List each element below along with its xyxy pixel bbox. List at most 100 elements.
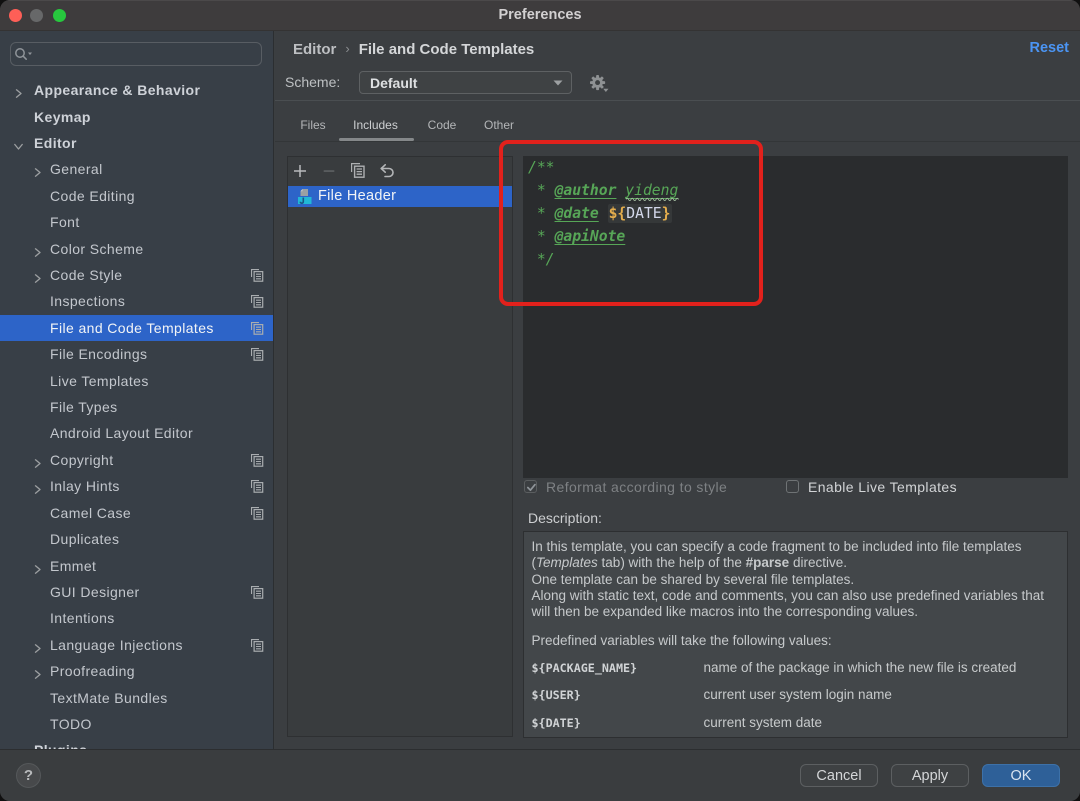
rollback-button[interactable] <box>372 159 401 183</box>
breadcrumb-chevron-icon: › <box>345 41 349 56</box>
sidebar-item-gui-designer[interactable]: GUI Designer <box>0 579 274 605</box>
variable-description: current user system login name <box>704 687 892 702</box>
chevron-right-icon[interactable] <box>14 85 24 95</box>
settings-sidebar: Appearance & BehaviorKeymap Editor General… <box>0 31 274 749</box>
sidebar-item-inlay-hints[interactable]: Inlay Hints <box>0 473 274 499</box>
help-button[interactable]: ? <box>16 763 41 788</box>
sidebar-item-code-editing[interactable]: Code Editing <box>0 183 274 209</box>
chevron-right-icon[interactable] <box>33 244 43 254</box>
apply-button[interactable]: Apply <box>891 764 969 787</box>
sidebar-item-proofreading[interactable]: Proofreading <box>0 658 274 684</box>
sidebar-item-inspections[interactable]: Inspections <box>0 288 274 314</box>
sidebar-item-file-encodings[interactable]: File Encodings <box>0 341 274 367</box>
description-paragraph: Along with static text, code and comment… <box>532 588 1054 621</box>
tab-other[interactable]: Other <box>475 113 523 141</box>
variable-description: current system date <box>704 715 823 730</box>
check-icon <box>525 481 538 494</box>
sidebar-item-todo[interactable]: TODO <box>0 711 274 737</box>
sidebar-item-label: Android Layout Editor <box>50 425 193 441</box>
tab-code[interactable]: Code <box>418 113 466 141</box>
sidebar-item-appearance-behavior[interactable]: Appearance & Behavior <box>0 77 274 103</box>
variable-name: ${DATE} <box>532 716 581 730</box>
sidebar-item-label: GUI Designer <box>50 584 140 600</box>
shared-settings-icon <box>251 269 264 282</box>
description-paragraph: In this template, you can specify a code… <box>532 539 1054 572</box>
sidebar-item-language-injections[interactable]: Language Injections <box>0 632 274 658</box>
reformat-checkbox[interactable] <box>524 480 537 493</box>
sidebar-item-emmet[interactable]: Emmet <box>0 552 274 578</box>
remove-button[interactable] <box>314 159 343 183</box>
titlebar[interactable]: Preferences <box>0 0 1080 31</box>
sidebar-item-label: Code Style <box>50 267 122 283</box>
live-templates-checkbox[interactable] <box>786 480 799 493</box>
chevron-right-icon[interactable] <box>33 640 43 650</box>
variable-name: ${PACKAGE_NAME} <box>532 661 638 675</box>
sidebar-item-code-style[interactable]: Code Style <box>0 262 274 288</box>
sidebar-item-font[interactable]: Font <box>0 209 274 235</box>
chevron-down-icon[interactable] <box>14 138 24 148</box>
sidebar-item-keymap[interactable]: Keymap <box>0 103 274 129</box>
sidebar-item-label: TextMate Bundles <box>50 690 168 706</box>
shared-settings-icon <box>251 507 264 520</box>
add-button[interactable] <box>285 159 314 183</box>
bottom-bar: ? Cancel Apply OK <box>0 749 1080 801</box>
sidebar-item-plugins[interactable]: Plugins <box>0 737 274 749</box>
shared-settings-icon <box>251 295 264 308</box>
template-list-item-file-header[interactable]: File Header <box>288 186 512 207</box>
sidebar-item-general[interactable]: General <box>0 156 274 182</box>
sidebar-item-live-templates[interactable]: Live Templates <box>0 367 274 393</box>
sidebar-item-duplicates[interactable]: Duplicates <box>0 526 274 552</box>
variable-row: ${PACKAGE_NAME}name of the package in wh… <box>532 660 1058 675</box>
chevron-right-icon[interactable] <box>33 666 43 676</box>
window-title: Preferences <box>0 0 1080 31</box>
copy-template-button[interactable] <box>343 159 372 183</box>
sidebar-item-camel-case[interactable]: Camel Case <box>0 500 274 526</box>
description-panel: In this template, you can specify a code… <box>523 531 1068 738</box>
reset-link[interactable]: Reset <box>1030 40 1070 56</box>
ok-button[interactable]: OK <box>982 764 1060 787</box>
search-input[interactable] <box>10 42 262 66</box>
shared-settings-icon <box>251 322 264 335</box>
scheme-select[interactable]: Default <box>359 71 572 94</box>
description-label: Description: <box>528 510 602 526</box>
file-template-icon <box>297 188 313 205</box>
sidebar-item-color-scheme[interactable]: Color Scheme <box>0 235 274 261</box>
sidebar-item-label: Camel Case <box>50 505 131 521</box>
variables-intro: Predefined variables will take the follo… <box>532 633 1054 649</box>
settings-tree: Appearance & BehaviorKeymap Editor General… <box>0 77 274 749</box>
plus-icon <box>294 165 306 177</box>
list-toolbar <box>288 157 512 185</box>
sidebar-item-label: Font <box>50 214 80 230</box>
chevron-right-icon[interactable] <box>33 561 43 571</box>
reformat-checkbox-label: Reformat according to style <box>546 479 727 495</box>
scheme-label: Scheme: <box>285 74 340 90</box>
sidebar-item-android-layout-editor[interactable]: Android Layout Editor <box>0 420 274 446</box>
undo-icon <box>379 164 394 178</box>
sidebar-item-label: Editor <box>34 135 77 151</box>
options-row: Reformat according to style Enable Live … <box>275 480 1080 494</box>
tab-includes[interactable]: Includes <box>345 113 406 141</box>
chevron-right-icon[interactable] <box>33 481 43 491</box>
sidebar-item-editor[interactable]: Editor <box>0 130 274 156</box>
sidebar-item-file-and-code-templates[interactable]: File and Code Templates <box>0 315 274 341</box>
chevron-right-icon[interactable] <box>33 270 43 280</box>
sidebar-item-label: Live Templates <box>50 373 149 389</box>
chevron-right-icon[interactable] <box>33 455 43 465</box>
sidebar-item-file-types[interactable]: File Types <box>0 394 274 420</box>
scheme-gear-button[interactable] <box>589 75 609 93</box>
variable-row: ${USER}current user system login name <box>532 687 1058 702</box>
breadcrumb-editor[interactable]: Editor <box>293 41 336 58</box>
sidebar-item-intentions[interactable]: Intentions <box>0 605 274 631</box>
description-paragraph: One template can be shared by several fi… <box>532 572 1054 588</box>
sidebar-item-copyright[interactable]: Copyright <box>0 447 274 473</box>
tab-files[interactable]: Files <box>289 113 337 141</box>
copy-icon <box>351 163 365 178</box>
sidebar-item-label: Color Scheme <box>50 241 144 257</box>
content-pane: Editor › File and Code Templates Reset S… <box>275 31 1080 749</box>
combo-arrow-icon <box>553 80 563 86</box>
chevron-right-icon[interactable] <box>33 164 43 174</box>
sidebar-item-label: Proofreading <box>50 663 135 679</box>
sidebar-item-textmate-bundles[interactable]: TextMate Bundles <box>0 684 274 710</box>
help-question-icon: ? <box>24 767 33 784</box>
cancel-button[interactable]: Cancel <box>800 764 878 787</box>
